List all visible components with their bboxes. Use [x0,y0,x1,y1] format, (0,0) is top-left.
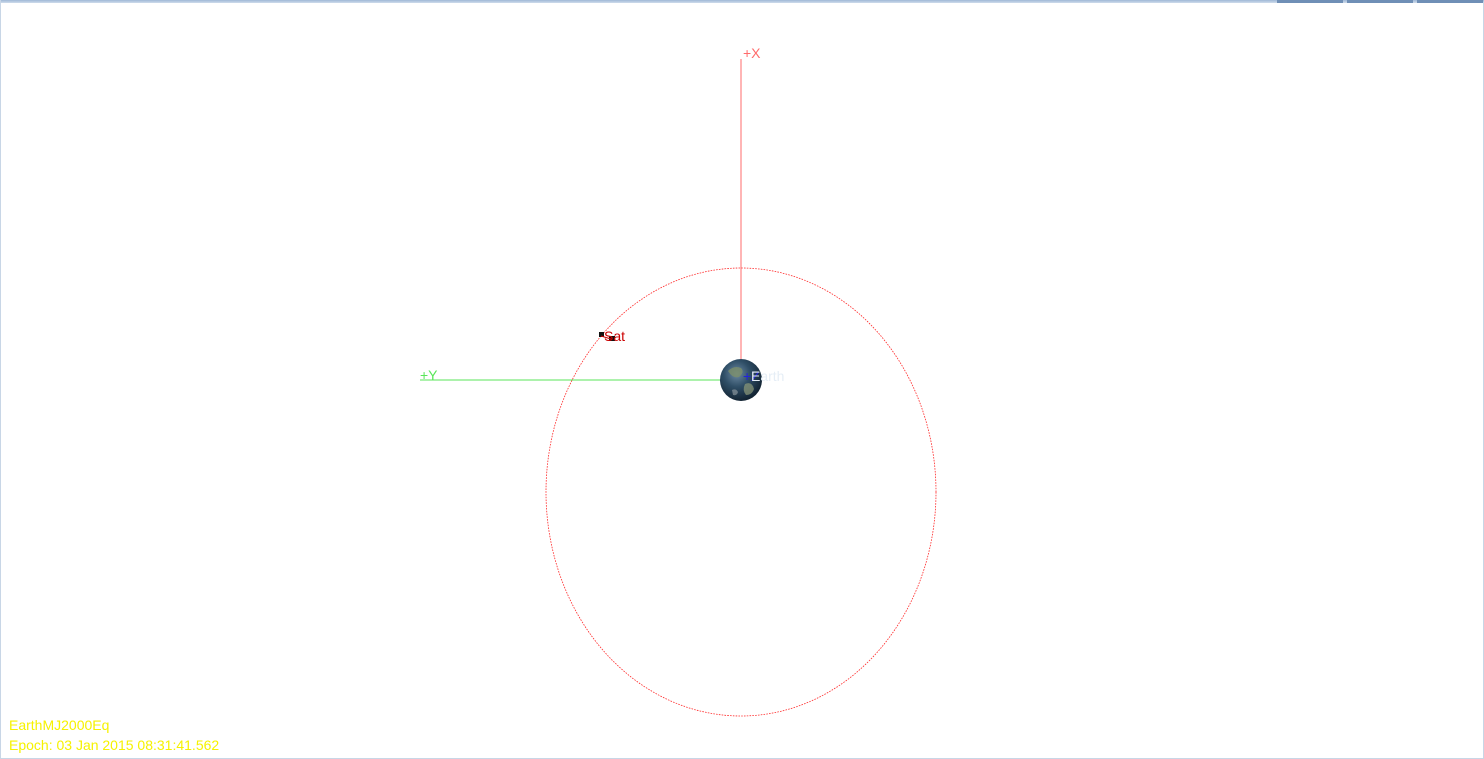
orbit-view-window: +X +Y +Z Earth Sat EarthMJ2000Eq Epoch: … [0,0,1484,759]
orbit-scene[interactable]: +X +Y +Z Earth Sat [1,3,1484,759]
3d-orbit-viewport[interactable]: +X +Y +Z Earth Sat EarthMJ2000Eq Epoch: … [1,3,1484,759]
y-axis-label: +Y [420,367,438,383]
x-axis-label: +X [743,45,761,61]
viewport-info-overlay: EarthMJ2000Eq Epoch: 03 Jan 2015 08:31:4… [9,715,219,755]
coordinate-system-label: EarthMJ2000Eq [9,717,110,733]
spacecraft-label: Sat [604,328,625,344]
earth-label: Earth [751,368,784,384]
epoch-label: Epoch: 03 Jan 2015 08:31:41.562 [9,737,220,753]
